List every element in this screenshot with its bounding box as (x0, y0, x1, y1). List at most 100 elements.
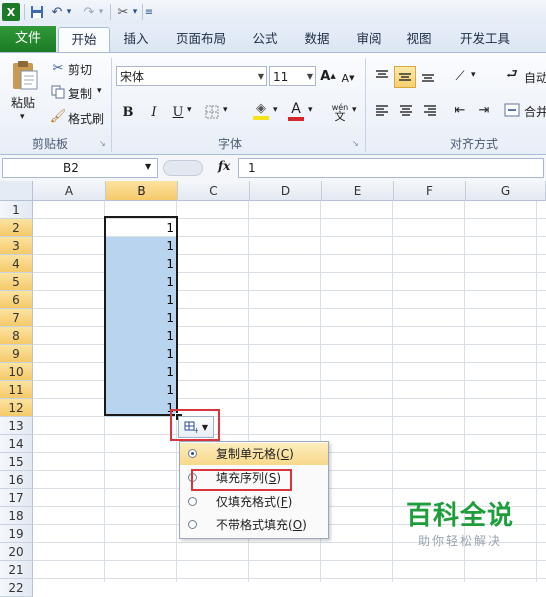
paste-icon[interactable] (8, 58, 42, 92)
name-box-dropdown-icon[interactable]: ▼ (145, 162, 151, 171)
row-header[interactable]: 15 (0, 453, 33, 471)
tools-dropdown-icon[interactable]: ▾ (130, 3, 140, 21)
font-launcher-icon[interactable]: ↘ (352, 139, 359, 148)
tab-home[interactable]: 开始 (58, 27, 110, 52)
fill-color-dropdown-icon[interactable]: ▾ (273, 105, 278, 115)
increase-indent-icon[interactable]: ⇥ (474, 100, 494, 120)
select-all-corner[interactable] (0, 181, 33, 201)
align-bottom-icon[interactable] (418, 66, 438, 86)
phonetic-guide-icon[interactable]: wén 文 (328, 100, 352, 124)
copy-icon[interactable] (50, 84, 66, 100)
paste-label[interactable]: 粘贴 (11, 94, 35, 111)
shrink-font-icon[interactable]: A ▼ (340, 68, 356, 88)
column-header-e[interactable]: E (322, 181, 394, 201)
font-size-value: 11 (273, 70, 289, 84)
column-header-d[interactable]: D (250, 181, 322, 201)
column-header-b[interactable]: B (106, 181, 178, 201)
column-header-f[interactable]: F (394, 181, 466, 201)
fill-series-highlight (191, 469, 292, 491)
formula-input[interactable]: 1 (238, 158, 544, 178)
row-header[interactable]: 13 (0, 417, 33, 435)
column-header-g[interactable]: G (466, 181, 546, 201)
merge-center-label[interactable]: 合并 (524, 103, 546, 120)
group-divider (111, 58, 112, 152)
tab-view[interactable]: 视图 (398, 27, 440, 51)
menu-item-copy-cells[interactable]: 复制单元格(C) (180, 443, 328, 465)
tab-data[interactable]: 数据 (296, 27, 338, 51)
tab-developer[interactable]: 开发工具 (452, 27, 518, 51)
row-header[interactable]: 1 (0, 201, 33, 219)
grow-font-icon[interactable]: A ▲ (320, 66, 336, 86)
column-header-c[interactable]: C (178, 181, 250, 201)
copy-dropdown-icon[interactable]: ▾ (97, 86, 102, 96)
paste-dropdown-icon[interactable]: ▾ (20, 112, 25, 122)
autofill-options-button[interactable]: + ▼ (178, 416, 214, 438)
align-middle-icon[interactable] (394, 66, 416, 88)
wrap-text-label[interactable]: 自动 (524, 69, 546, 86)
insert-function-button[interactable]: fx (218, 159, 230, 173)
formula-bar-splitter[interactable] (163, 160, 203, 176)
font-name-select[interactable]: 宋体 ▼ (116, 66, 267, 86)
customize-qat-icon[interactable]: ≡ (144, 3, 154, 21)
italic-button[interactable]: I (144, 102, 164, 122)
borders-dropdown-icon[interactable]: ▾ (223, 105, 228, 115)
clipboard-launcher-icon[interactable]: ↘ (99, 139, 106, 148)
font-color-icon[interactable]: A (286, 100, 306, 122)
redo-dropdown-icon[interactable]: ▾ (96, 3, 106, 21)
orientation-dropdown-icon[interactable]: ▾ (471, 70, 476, 80)
row-header[interactable]: 11 (0, 381, 33, 399)
watermark-subtitle: 助你轻松解决 (417, 534, 502, 548)
align-right-icon[interactable] (420, 100, 440, 120)
row-header[interactable]: 2 (0, 219, 33, 237)
row-header[interactable]: 4 (0, 255, 33, 273)
copy-label[interactable]: 复制 (68, 85, 92, 102)
decrease-indent-icon[interactable]: ⇤ (450, 100, 470, 120)
row-header[interactable]: 14 (0, 435, 33, 453)
phonetic-dropdown-icon[interactable]: ▾ (352, 105, 357, 115)
row-header[interactable]: 18 (0, 507, 33, 525)
fill-color-icon[interactable]: ◈ (250, 100, 272, 122)
row-header[interactable]: 9 (0, 345, 33, 363)
menu-item-fill-without-formatting[interactable]: 不带格式填充(O) (180, 514, 328, 536)
tab-page-layout[interactable]: 页面布局 (168, 27, 234, 51)
row-header[interactable]: 6 (0, 291, 33, 309)
menu-item-fill-formatting-only[interactable]: 仅填充格式(F) (180, 491, 328, 513)
menu-item-accelerator: O (292, 518, 303, 532)
column-header-a[interactable]: A (33, 181, 106, 201)
name-box[interactable]: B2 ▼ (2, 158, 158, 178)
row-header[interactable]: 7 (0, 309, 33, 327)
row-header[interactable]: 17 (0, 489, 33, 507)
row-header[interactable]: 16 (0, 471, 33, 489)
row-header[interactable]: 12 (0, 399, 33, 417)
cut-icon[interactable]: ✂ (50, 60, 66, 76)
font-size-select[interactable]: 11 ▼ (269, 66, 316, 86)
format-painter-label[interactable]: 格式刷 (68, 110, 104, 127)
orientation-icon[interactable]: ⟋ (450, 66, 470, 86)
undo-dropdown-icon[interactable]: ▾ (64, 3, 74, 21)
align-left-icon[interactable] (372, 100, 392, 120)
row-header[interactable]: 21 (0, 561, 33, 579)
align-top-icon[interactable] (372, 66, 392, 86)
cut-label[interactable]: 剪切 (68, 61, 92, 78)
row-header[interactable]: 20 (0, 543, 33, 561)
row-header[interactable]: 5 (0, 273, 33, 291)
tab-file[interactable]: 文件 (0, 26, 56, 52)
radio-icon (188, 520, 197, 529)
save-icon[interactable] (28, 3, 46, 21)
tab-formulas[interactable]: 公式 (244, 27, 286, 51)
wrap-text-icon[interactable]: ⮐ (502, 66, 522, 86)
row-header[interactable]: 3 (0, 237, 33, 255)
tab-insert[interactable]: 插入 (112, 27, 160, 51)
row-header[interactable]: 19 (0, 525, 33, 543)
row-header[interactable]: 10 (0, 363, 33, 381)
bold-button[interactable]: B (118, 102, 138, 122)
row-header[interactable]: 8 (0, 327, 33, 345)
borders-icon[interactable] (202, 102, 222, 122)
font-color-dropdown-icon[interactable]: ▾ (308, 105, 313, 115)
align-center-icon[interactable] (396, 100, 416, 120)
underline-dropdown-icon[interactable]: ▾ (187, 105, 192, 115)
merge-center-icon[interactable] (502, 100, 522, 120)
underline-button[interactable]: U (168, 102, 188, 122)
tab-review[interactable]: 审阅 (348, 27, 390, 51)
format-painter-icon[interactable]: 🖌 (50, 108, 67, 124)
